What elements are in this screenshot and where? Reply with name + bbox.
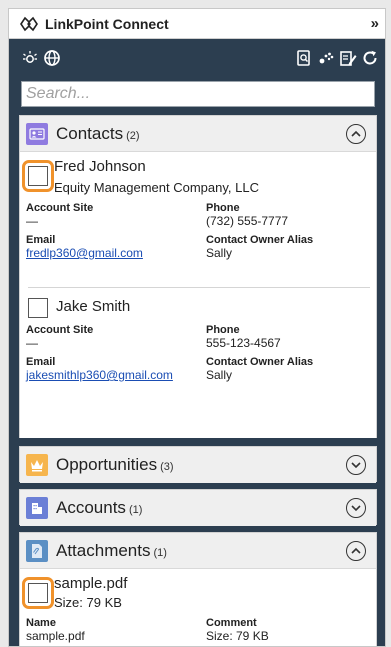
contacts-count: (2): [126, 129, 140, 142]
accounts-title: Accounts: [56, 498, 126, 517]
search-input[interactable]: [21, 81, 375, 107]
email-label: Email: [26, 356, 56, 368]
attachments-body: sample.pdf Size: 79 KB Name sample.pdf C…: [20, 569, 376, 646]
contact-card-icon: [26, 122, 48, 145]
owner-label: Contact Owner Alias: [206, 356, 314, 368]
attachments-section: Attachments (1) sample.pdf Size: 79 KB N…: [19, 532, 377, 646]
title-bar: LinkPoint Connect »: [9, 9, 385, 39]
linkpoint-panel: LinkPoint Connect » Search... Contacts (…: [8, 8, 386, 647]
contact-checkbox[interactable]: [28, 298, 48, 318]
app-title: LinkPoint Connect: [45, 15, 169, 32]
attachments-count: (1): [153, 546, 167, 559]
paw-icon[interactable]: [315, 47, 337, 69]
opportunities-count: (3): [160, 461, 174, 473]
account-site-label: Account Site: [26, 202, 94, 214]
building-icon: [26, 497, 48, 519]
globe-icon[interactable]: [41, 47, 63, 69]
phone-value: (732) 555-7777: [206, 214, 289, 228]
accounts-section: Accounts (1): [19, 489, 377, 526]
paperclip-document-icon: [26, 539, 48, 562]
refresh-icon[interactable]: [359, 47, 381, 69]
account-site-value: —: [26, 214, 38, 228]
comment-label: Comment: [206, 617, 257, 629]
contact-name[interactable]: Fred Johnson: [54, 158, 146, 175]
owner-value: Sally: [206, 246, 233, 260]
expand-panel-button[interactable]: »: [371, 15, 379, 32]
search-bar: [9, 77, 385, 115]
attachments-title: Attachments: [56, 540, 151, 560]
comment-value: Size: 79 KB: [206, 629, 269, 643]
owner-label: Contact Owner Alias: [206, 234, 314, 246]
phone-value: 555-123-4567: [206, 336, 281, 350]
email-link[interactable]: jakesmithlp360@gmail.com: [26, 368, 173, 382]
owner-value: Sally: [206, 368, 233, 382]
opportunities-header[interactable]: Opportunities (3): [20, 447, 376, 483]
chevron-up-icon[interactable]: [346, 124, 366, 144]
contact-checkbox[interactable]: [28, 166, 48, 186]
attachment-record: sample.pdf Size: 79 KB Name sample.pdf C…: [20, 569, 376, 646]
attachment-size: Size: 79 KB: [54, 595, 122, 610]
results-list: Contacts (2) Fred Johnson Equity Managem…: [9, 115, 385, 646]
chevron-down-icon[interactable]: [346, 498, 366, 518]
chevron-down-icon[interactable]: [346, 455, 366, 475]
contacts-body: Fred Johnson Equity Management Company, …: [20, 152, 376, 438]
crown-icon: [26, 454, 48, 476]
account-site-label: Account Site: [26, 324, 94, 336]
record-divider: [28, 287, 370, 288]
chevron-up-icon[interactable]: [346, 541, 366, 561]
accounts-count: (1): [128, 504, 143, 516]
document-search-icon[interactable]: [293, 47, 315, 69]
contacts-title: Contacts: [56, 123, 124, 143]
toolbar: [9, 39, 385, 77]
name-label: Name: [26, 617, 56, 629]
contact-company: Equity Management Company, LLC: [54, 180, 259, 195]
attachments-header[interactable]: Attachments (1): [20, 533, 376, 569]
phone-label: Phone: [206, 324, 240, 336]
edit-document-icon[interactable]: [337, 47, 359, 69]
linkpoint-logo-icon: [19, 14, 39, 34]
contacts-section: Contacts (2) Fred Johnson Equity Managem…: [19, 115, 377, 438]
lightbulb-icon[interactable]: [19, 47, 41, 69]
accounts-header[interactable]: Accounts (1): [20, 490, 376, 526]
contact-record: Jake Smith Account Site — Phone 555-123-…: [20, 294, 376, 434]
account-site-value: —: [26, 336, 38, 350]
email-link[interactable]: fredlp360@gmail.com: [26, 246, 143, 260]
opportunities-section: Opportunities (3): [19, 446, 377, 483]
window-frame: LinkPoint Connect » Search... Contacts (…: [0, 0, 391, 647]
contact-record: Fred Johnson Equity Management Company, …: [20, 152, 376, 294]
attachment-name[interactable]: sample.pdf: [54, 575, 127, 592]
opportunities-title: Opportunities: [56, 455, 158, 474]
attachment-checkbox[interactable]: [28, 583, 48, 603]
phone-label: Phone: [206, 202, 240, 214]
name-value: sample.pdf: [26, 629, 85, 643]
contact-name[interactable]: Jake Smith: [56, 298, 130, 315]
email-label: Email: [26, 234, 56, 246]
contacts-header[interactable]: Contacts (2): [20, 116, 376, 152]
